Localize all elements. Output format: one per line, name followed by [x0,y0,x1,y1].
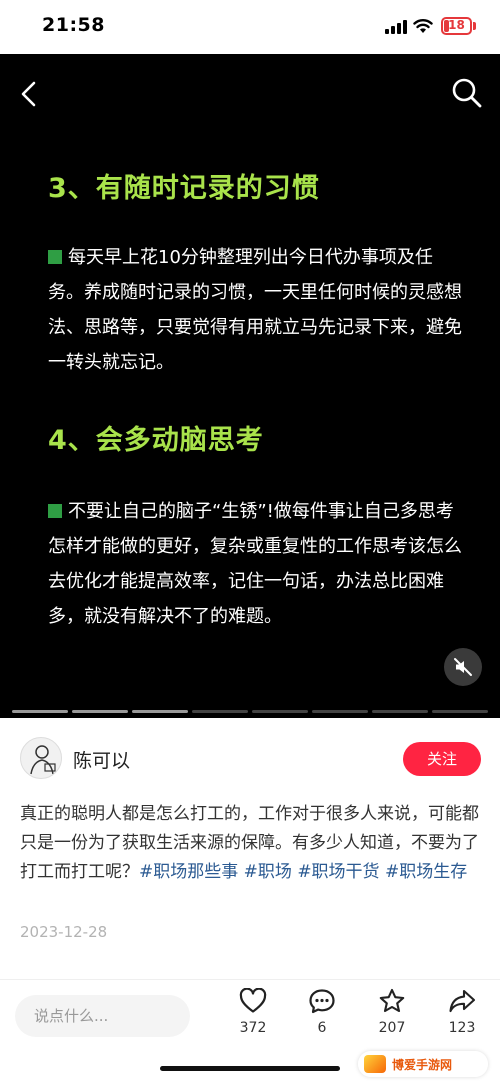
heart-icon [239,988,267,1013]
speaker-muted-icon [454,658,472,676]
section-heading-4: 4、会多动脑思考 [48,425,264,456]
chevron-left-icon [21,81,36,107]
hashtag-link[interactable]: #职场那些事 [139,862,238,882]
hashtag-link[interactable]: #职场干货 [297,862,379,882]
paragraph-text: 每天早上花10分钟整理列出今日代办事项及任务。养成随时记录的习惯，一天里任何时候… [48,247,462,373]
collect-button[interactable]: 207 [366,988,418,1036]
mute-button[interactable] [444,648,482,686]
post-date: 2023-12-28 [20,923,108,941]
author-name[interactable]: 陈可以 [73,746,130,773]
comment-count: 6 [317,1020,327,1036]
hashtag-link[interactable]: #职场生存 [385,862,467,882]
share-arrow-icon [449,989,476,1013]
watermark: 博爱手游网 [358,1051,488,1077]
green-square-bullet-icon [48,504,62,518]
battery-level: 18 [448,18,465,32]
watermark-text: 博爱手游网 [392,1057,453,1072]
watermark-logo-icon [364,1055,386,1073]
battery-icon: 18 [441,17,472,35]
follow-button[interactable]: 关注 [403,742,481,776]
comment-button[interactable]: 6 [296,988,348,1036]
star-icon [379,988,405,1013]
green-square-bullet-icon [48,250,62,264]
search-button[interactable] [450,76,484,110]
collect-count: 207 [378,1020,406,1036]
cellular-signal-icon [385,20,407,34]
hashtag-link[interactable]: #职场 [244,862,292,882]
section-paragraph-3: 每天早上花10分钟整理列出今日代办事项及任务。养成随时记录的习惯，一天里任何时候… [48,240,468,380]
avatar[interactable] [20,737,62,779]
avatar-illustration-icon [30,745,56,775]
like-button[interactable]: 372 [227,988,279,1036]
search-icon [452,78,482,108]
share-button[interactable]: 123 [436,988,488,1036]
section-paragraph-4: 不要让自己的脑子“生锈”!做每件事让自己多思考怎样才能做的更好，复杂或重复性的工… [48,494,468,634]
home-indicator [160,1066,340,1071]
section-heading-3: 3、有随时记录的习惯 [48,173,320,204]
divider [0,979,500,980]
status-bar: 21:58 18 [0,0,500,54]
post-description: 真正的聪明人都是怎么打工的，工作对于很多人来说，可能都只是一份为了获取生活来源的… [20,800,480,887]
post-image[interactable]: 3、有随时记录的习惯 每天早上花10分钟整理列出今日代办事项及任务。养成随时记录… [0,54,500,718]
paragraph-text: 不要让自己的脑子“生锈”!做每件事让自己多思考怎样才能做的更好，复杂或重复性的工… [48,501,462,627]
like-count: 372 [239,1020,267,1036]
status-time: 21:58 [42,14,105,36]
share-count: 123 [448,1020,476,1036]
wifi-icon [413,19,433,33]
comment-bubble-icon [309,989,335,1014]
back-button[interactable] [14,76,46,112]
image-pager-progress [12,710,488,713]
comment-input[interactable]: 说点什么... [15,995,190,1037]
